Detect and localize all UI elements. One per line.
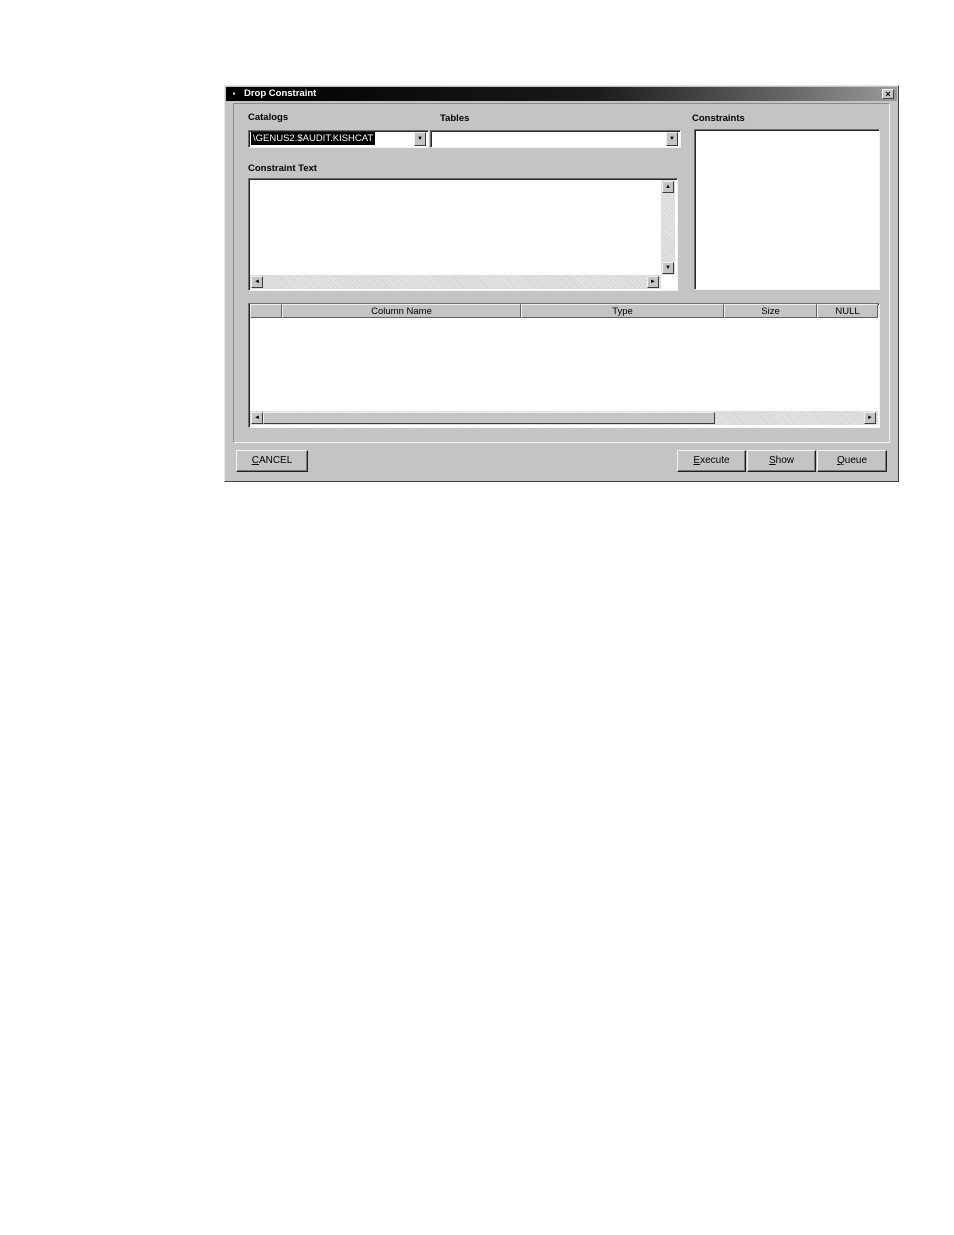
queue-mnemonic: Q xyxy=(836,455,845,466)
show-label: how xyxy=(775,455,795,466)
execute-button[interactable]: Execute xyxy=(677,450,746,472)
constraint-text-label: Constraint Text xyxy=(248,163,317,174)
grid-header-size[interactable]: Size xyxy=(724,304,817,318)
tables-label: Tables xyxy=(440,113,470,124)
tables-combobox[interactable]: ▼ xyxy=(430,130,681,148)
scroll-left-icon[interactable]: ◄ xyxy=(251,276,263,288)
grid-header-type[interactable]: Type xyxy=(521,304,724,318)
grid-scroll-left-icon[interactable]: ◄ xyxy=(251,412,263,424)
cancel-label: ANCEL xyxy=(258,455,293,466)
constraint-text-area[interactable]: ▲ ▼ ◄ ► xyxy=(248,178,678,291)
catalogs-dropdown-icon[interactable]: ▼ xyxy=(414,132,426,146)
queue-label: ueue xyxy=(844,455,868,466)
catalogs-label: Catalogs xyxy=(248,112,289,123)
drop-constraint-dialog: ▪ Drop Constraint × Catalogs \GENUS2.$AU… xyxy=(224,85,899,482)
scroll-up-icon[interactable]: ▲ xyxy=(662,181,674,193)
catalogs-selected-value: \GENUS2.$AUDIT.KISHCAT xyxy=(251,132,376,145)
scroll-down-icon[interactable]: ▼ xyxy=(662,262,674,274)
grid-scroll-right-icon[interactable]: ► xyxy=(864,412,876,424)
grid-header-selector[interactable] xyxy=(250,304,282,318)
constraints-listbox[interactable] xyxy=(694,129,880,290)
catalogs-combobox[interactable]: \GENUS2.$AUDIT.KISHCAT ▼ xyxy=(248,130,429,148)
scroll-right-icon[interactable]: ► xyxy=(647,276,659,288)
title-bar[interactable]: ▪ Drop Constraint × xyxy=(226,87,897,101)
window-title: Drop Constraint xyxy=(244,88,317,99)
constraint-text-horizontal-scrollbar[interactable]: ◄ ► xyxy=(250,275,661,289)
show-button[interactable]: Show xyxy=(747,450,816,472)
tables-selected-value xyxy=(433,132,437,145)
grid-header-null[interactable]: NULL xyxy=(817,304,878,318)
constraint-text-vertical-scrollbar[interactable]: ▲ ▼ xyxy=(661,180,675,275)
constraints-label: Constraints xyxy=(692,113,745,124)
grid-header-column-name[interactable]: Column Name xyxy=(282,304,521,318)
app-icon[interactable]: ▪ xyxy=(228,89,240,99)
execute-label: xecute xyxy=(700,455,730,466)
grid-horizontal-scrollbar[interactable]: ◄ ► xyxy=(250,411,878,425)
close-icon[interactable]: × xyxy=(882,89,894,99)
columns-grid[interactable]: Column Name Type Size NULL ◄ ► xyxy=(248,303,880,428)
tables-dropdown-icon[interactable]: ▼ xyxy=(666,132,678,146)
queue-button[interactable]: Queue xyxy=(817,450,887,472)
cancel-button[interactable]: CANCEL xyxy=(236,450,308,472)
show-mnemonic: S xyxy=(768,455,776,466)
cancel-mnemonic: C xyxy=(251,455,259,466)
constraint-text-value xyxy=(251,181,651,271)
grid-scroll-thumb[interactable] xyxy=(263,412,715,424)
